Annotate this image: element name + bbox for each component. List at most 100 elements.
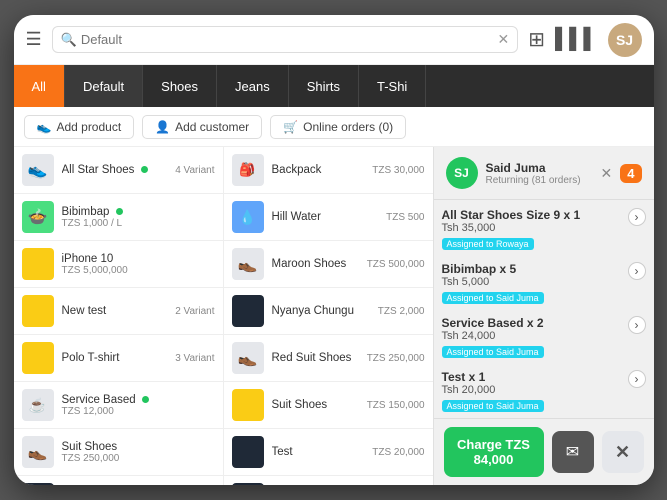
- product-col-right: 🎒 Backpack TZS 30,000 💧 Hill Water TZS 5…: [224, 147, 433, 485]
- product-variant: 2 Variant: [175, 306, 214, 317]
- product-name: Polo T-shirt: [62, 352, 168, 364]
- product-name: Red Suit Shoes: [272, 352, 359, 364]
- order-item-name: Bibimbap x 5: [442, 262, 544, 276]
- order-item-price: Tsh 35,000: [442, 222, 581, 234]
- product-info: Suit Shoes TZS 250,000: [62, 441, 215, 464]
- product-name: Maroon Shoes: [272, 258, 359, 270]
- add-product-button[interactable]: 👟 Add product: [24, 115, 135, 139]
- clear-search-icon[interactable]: ✕: [497, 31, 509, 48]
- order-item-tag: Assigned to Said Juma: [442, 292, 544, 304]
- product-name: Suit Shoes: [62, 441, 215, 453]
- product-info: All Star Shoes: [62, 164, 168, 176]
- main-content: 👟 All Star Shoes 4 Variant 🍲 Bibimbap TZ…: [14, 147, 654, 485]
- qty-increment-button[interactable]: ›: [628, 208, 646, 226]
- qty-increment-button[interactable]: ›: [628, 262, 646, 280]
- product-info: Bibimbap TZS 1,000 / L: [62, 206, 215, 229]
- product-name: New test: [62, 305, 168, 317]
- list-item[interactable]: 👞 Red Suit Shoes TZS 250,000: [224, 335, 433, 382]
- add-product-label: Add product: [56, 120, 121, 134]
- product-variant: 4 Variant: [175, 165, 214, 176]
- tab-jeans[interactable]: Jeans: [217, 65, 289, 107]
- product-price: TZS 500: [386, 212, 424, 223]
- list-item[interactable]: Test TZS 20,000: [14, 476, 223, 485]
- charge-button[interactable]: Charge TZS 84,000: [444, 427, 544, 477]
- list-item[interactable]: Test TZS 20,000: [224, 476, 433, 485]
- list-item[interactable]: 👞 Suit Shoes TZS 250,000: [14, 429, 223, 476]
- product-info: Service Based TZS 12,000: [62, 394, 215, 417]
- shoe-icon: 👟: [37, 120, 52, 134]
- list-item[interactable]: 🎒 Backpack TZS 30,000: [224, 147, 433, 194]
- tab-shoes[interactable]: Shoes: [143, 65, 217, 107]
- list-item[interactable]: Nyanya Chungu TZS 2,000: [224, 288, 433, 335]
- list-item[interactable]: 👞 Maroon Shoes TZS 500,000: [224, 241, 433, 288]
- order-item: Service Based x 2 Tsh 24,000 Assigned to…: [442, 316, 646, 360]
- category-tabs: All Default Shoes Jeans Shirts T-Shi: [14, 65, 654, 107]
- product-info: Backpack: [272, 164, 365, 176]
- cancel-button[interactable]: ✕: [602, 431, 644, 473]
- add-customer-button[interactable]: 👤 Add customer: [142, 115, 262, 139]
- product-price: TZS 1,000 / L: [62, 218, 215, 229]
- product-price: TZS 2,000: [378, 306, 425, 317]
- avatar[interactable]: SJ: [608, 23, 642, 57]
- qty-increment-button[interactable]: ›: [628, 370, 646, 388]
- header: ☰ 🔍 ✕ ⊞ ▌▌▌ SJ: [14, 15, 654, 65]
- grid-icon[interactable]: ⊞: [528, 27, 545, 52]
- product-info: Polo T-shirt: [62, 352, 168, 364]
- list-item[interactable]: 🍲 Bibimbap TZS 1,000 / L: [14, 194, 223, 241]
- cart-icon: 🛒: [283, 120, 298, 134]
- search-icon: 🔍: [61, 32, 77, 48]
- order-item-name: Service Based x 2: [442, 316, 544, 330]
- barcode-icon[interactable]: ▌▌▌: [555, 28, 598, 51]
- product-info: Red Suit Shoes: [272, 352, 359, 364]
- hamburger-icon[interactable]: ☰: [26, 29, 42, 50]
- qty-increment-button[interactable]: ›: [628, 316, 646, 334]
- product-name: Nyanya Chungu: [272, 305, 370, 317]
- order-item-price: Tsh 20,000: [442, 384, 544, 396]
- customer-header: SJ Said Juma Returning (81 orders) ✕ 4: [434, 147, 654, 200]
- product-name: Hill Water: [272, 211, 379, 223]
- product-info: New test: [62, 305, 168, 317]
- close-customer-icon[interactable]: ✕: [601, 165, 613, 182]
- order-item-row: Bibimbap x 5 Tsh 5,000 Assigned to Said …: [442, 262, 646, 306]
- product-name: Backpack: [272, 164, 365, 176]
- tab-all[interactable]: All: [14, 65, 65, 107]
- order-item-tag: Assigned to Said Juma: [442, 400, 544, 412]
- list-item[interactable]: 💧 Hill Water TZS 500: [224, 194, 433, 241]
- online-orders-label: Online orders (0): [303, 120, 393, 134]
- tab-default[interactable]: Default: [65, 65, 143, 107]
- cancel-icon: ✕: [615, 442, 630, 463]
- list-item[interactable]: 👟 All Star Shoes 4 Variant: [14, 147, 223, 194]
- list-item[interactable]: Test TZS 20,000: [224, 429, 433, 476]
- order-item-tag: Assigned to Said Juma: [442, 346, 544, 358]
- order-item-row: Test x 1 Tsh 20,000 Assigned to Said Jum…: [442, 370, 646, 414]
- tab-tshi[interactable]: T-Shi: [359, 65, 426, 107]
- list-item[interactable]: ☕ Service Based TZS 12,000: [14, 382, 223, 429]
- order-item-tag: Assigned to Rowaya: [442, 238, 534, 250]
- list-item[interactable]: iPhone 10 TZS 5,000,000: [14, 241, 223, 288]
- order-item-info: Test x 1 Tsh 20,000 Assigned to Said Jum…: [442, 370, 544, 414]
- list-item[interactable]: Polo T-shirt 3 Variant: [14, 335, 223, 382]
- list-item[interactable]: New test 2 Variant: [14, 288, 223, 335]
- product-info: iPhone 10 TZS 5,000,000: [62, 253, 215, 276]
- email-icon: ✉: [566, 442, 579, 462]
- tab-shirts[interactable]: Shirts: [289, 65, 359, 107]
- order-item-name: All Star Shoes Size 9 x 1: [442, 208, 581, 222]
- email-button[interactable]: ✉: [552, 431, 594, 473]
- order-list: All Star Shoes Size 9 x 1 Tsh 35,000 Ass…: [434, 200, 654, 418]
- product-name: Bibimbap: [62, 206, 215, 218]
- customer-subtitle: Returning (81 orders): [486, 175, 593, 186]
- product-name: Service Based: [62, 394, 215, 406]
- action-row: 👟 Add product 👤 Add customer 🛒 Online or…: [14, 107, 654, 147]
- search-input[interactable]: [81, 32, 498, 47]
- cart-badge: 4: [620, 164, 641, 183]
- order-item: Bibimbap x 5 Tsh 5,000 Assigned to Said …: [442, 262, 646, 306]
- person-icon: 👤: [155, 120, 170, 134]
- list-item[interactable]: Suit Shoes TZS 150,000: [224, 382, 433, 429]
- product-info: Hill Water: [272, 211, 379, 223]
- order-item-info: All Star Shoes Size 9 x 1 Tsh 35,000 Ass…: [442, 208, 581, 252]
- product-name: iPhone 10: [62, 253, 215, 265]
- customer-name: Said Juma: [486, 161, 593, 175]
- online-orders-button[interactable]: 🛒 Online orders (0): [270, 115, 406, 139]
- product-variant: 3 Variant: [175, 353, 214, 364]
- product-price: TZS 500,000: [367, 259, 425, 270]
